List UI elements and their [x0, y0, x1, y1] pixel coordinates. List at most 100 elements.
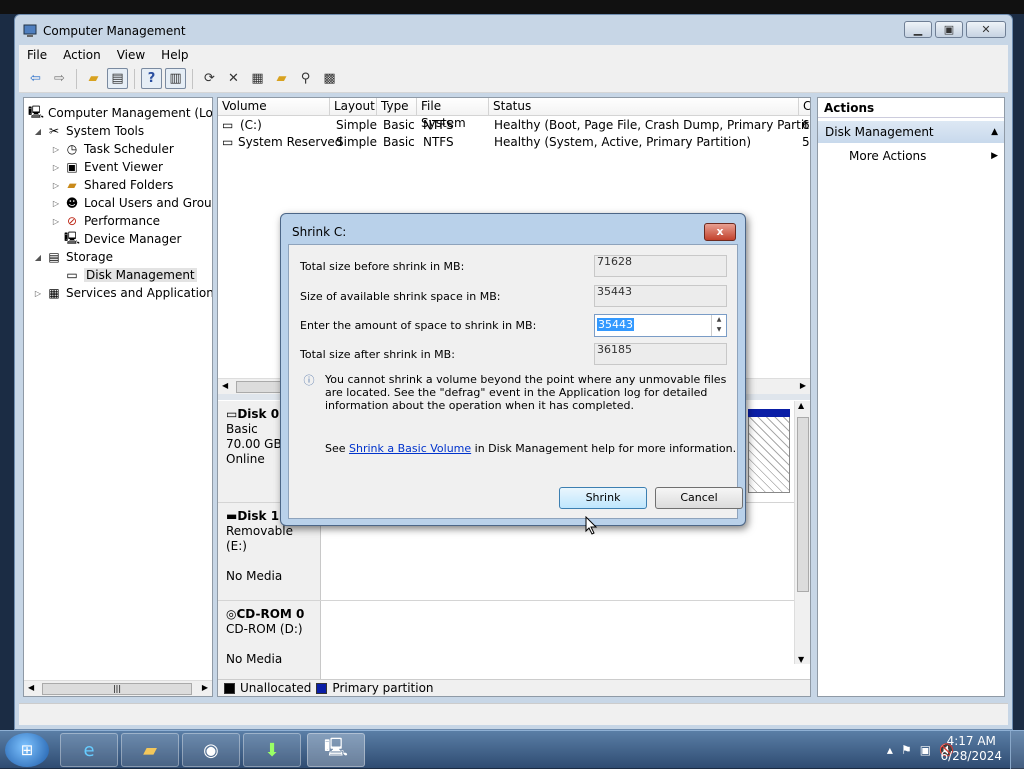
status-bar — [19, 703, 1008, 725]
taskbar-media-player[interactable]: ◉ — [182, 733, 240, 767]
shrink-amount-stepper[interactable]: 35443 ▲ ▼ — [594, 314, 727, 337]
show-hide-action-pane-button[interactable]: ▥ — [165, 68, 186, 89]
taskbar-internet-explorer[interactable]: e — [60, 733, 118, 767]
network-icon[interactable]: ▣ — [920, 743, 931, 757]
tree-item-shared-folders[interactable]: ▷ ▰ Shared Folders — [50, 176, 173, 194]
stepper-arrows[interactable]: ▲ ▼ — [711, 315, 726, 336]
forward-button[interactable]: ⇨ — [49, 68, 70, 89]
more-actions-item[interactable]: More Actions ▶ — [818, 145, 1004, 167]
table-row[interactable]: ▭ (C:) Simple Basic NTFS Healthy (Boot, … — [218, 117, 810, 134]
open-button[interactable]: ▰ — [271, 68, 292, 89]
tree-item-event-viewer[interactable]: ▷ ▣ Event Viewer — [50, 158, 163, 176]
section-label: Disk Management — [825, 125, 934, 139]
minimize-button[interactable]: ▁ — [904, 21, 932, 38]
column-header-capacity[interactable]: C — [799, 98, 810, 116]
taskbar-computer-management[interactable]: 🖳 — [307, 733, 365, 767]
stepper-down-icon[interactable]: ▼ — [712, 325, 726, 335]
tree-item-services-and-applications[interactable]: ▷ ▦ Services and Applications — [32, 284, 212, 302]
up-level-button[interactable]: ▰ — [83, 68, 104, 89]
stepper-up-icon[interactable]: ▲ — [712, 315, 726, 325]
table-row[interactable]: ▭ System Reserved Simple Basic NTFS Heal… — [218, 134, 810, 151]
shrink-amount-input[interactable]: 35443 — [597, 318, 634, 331]
cancel-button[interactable]: Cancel — [655, 487, 743, 509]
column-header-file-system[interactable]: File System — [417, 98, 489, 130]
disk-vertical-scrollbar[interactable]: ▲ ▼ — [794, 401, 810, 664]
menu-help[interactable]: Help — [153, 48, 196, 62]
collapsed-arrow-icon[interactable]: ▷ — [50, 199, 62, 208]
dialog-close-button[interactable]: x — [704, 223, 736, 241]
drive-icon: ▭ — [222, 118, 234, 132]
forward-arrow-icon: ⇨ — [54, 71, 65, 86]
collapsed-arrow-icon[interactable]: ▷ — [32, 289, 44, 298]
show-hidden-icons-icon[interactable]: ▴ — [887, 743, 893, 757]
actions-section-disk-management[interactable]: Disk Management ▲ — [818, 121, 1004, 143]
tree-item-system-tools[interactable]: ◢ ✂ System Tools — [32, 122, 144, 140]
start-button[interactable]: ⊞ — [5, 733, 49, 767]
column-header-type[interactable]: Type — [377, 98, 417, 116]
properties-button[interactable]: ▦ — [247, 68, 268, 89]
scroll-thumb[interactable]: ||| — [42, 683, 192, 695]
tree-item-performance[interactable]: ▷ ⊘ Performance — [50, 212, 160, 230]
tree-horizontal-scrollbar[interactable]: ◀ ||| ▶ — [24, 680, 212, 696]
scroll-thumb[interactable] — [797, 417, 809, 592]
scroll-up-icon[interactable]: ▲ — [798, 401, 804, 410]
taskbar-download-manager[interactable]: ⬇ — [243, 733, 301, 767]
maximize-button[interactable]: ▣ — [935, 21, 963, 38]
action-center-flag-icon[interactable]: ⚑ — [901, 743, 912, 757]
help-reference-line: See Shrink a Basic Volume in Disk Manage… — [325, 442, 736, 455]
disk-name: Disk 0 — [237, 407, 280, 421]
back-button[interactable]: ⇦ — [25, 68, 46, 89]
column-header-volume[interactable]: Volume — [218, 98, 330, 116]
tree-item-task-scheduler[interactable]: ▷ ◷ Task Scheduler — [50, 140, 174, 158]
scroll-left-icon[interactable]: ◀ — [222, 381, 228, 390]
menu-view[interactable]: View — [109, 48, 153, 62]
services-icon: ▦ — [48, 286, 60, 300]
scroll-right-icon[interactable]: ▶ — [800, 381, 806, 390]
column-header-layout[interactable]: Layout — [330, 98, 377, 116]
tree-item-storage[interactable]: ◢ ▤ Storage — [32, 248, 113, 266]
disk-check-icon: ▩ — [323, 71, 336, 86]
expanded-arrow-icon[interactable]: ◢ — [32, 127, 44, 136]
help-button[interactable]: ? — [141, 68, 162, 89]
collapsed-arrow-icon[interactable]: ▷ — [50, 217, 62, 226]
column-header-status[interactable]: Status — [489, 98, 799, 116]
tree-item-computer-management[interactable]: 🖳 Computer Management (Local — [26, 104, 212, 122]
clock[interactable]: 4:17 AM 6/28/2024 — [940, 734, 1002, 764]
collapse-up-icon[interactable]: ▲ — [991, 121, 998, 143]
shared-folders-icon: ▰ — [67, 178, 77, 192]
cell-file-system: NTFS — [423, 135, 454, 149]
search-button[interactable]: ⚲ — [295, 68, 316, 89]
show-desktop-button[interactable] — [1010, 731, 1024, 769]
show-hide-tree-button[interactable]: ▤ — [107, 68, 128, 89]
disk-properties-button[interactable]: ▩ — [319, 68, 340, 89]
collapsed-arrow-icon[interactable]: ▷ — [50, 181, 62, 190]
taskbar-file-explorer[interactable]: ▰ — [121, 733, 179, 767]
legend-primary: Primary partition — [332, 681, 434, 695]
title-bar[interactable]: Computer Management ▁ ▣ ✕ — [15, 15, 1012, 47]
mouse-cursor-icon — [585, 516, 598, 535]
collapsed-arrow-icon[interactable]: ▷ — [50, 163, 62, 172]
close-window-button[interactable]: ✕ — [966, 21, 1006, 38]
shrink-button[interactable]: Shrink — [559, 487, 647, 509]
delete-button[interactable]: ✕ — [223, 68, 244, 89]
drive-icon: ▭ — [222, 135, 234, 149]
cell-status: Healthy (Boot, Page File, Crash Dump, Pr… — [494, 118, 811, 132]
shrink-basic-volume-link[interactable]: Shrink a Basic Volume — [349, 442, 471, 455]
partition-block[interactable] — [748, 409, 790, 493]
collapsed-arrow-icon[interactable]: ▷ — [50, 145, 62, 154]
users-icon: ☻ — [65, 196, 79, 210]
tree-item-device-manager[interactable]: 🖳 Device Manager — [62, 230, 181, 248]
tree-item-local-users[interactable]: ▷ ☻ Local Users and Groups — [50, 194, 212, 212]
total-size-before-value: 71628 — [594, 255, 727, 277]
refresh-button[interactable]: ⟳ — [199, 68, 220, 89]
disk-row-cdrom0[interactable]: ◎CD-ROM 0 CD-ROM (D:) No Media — [218, 601, 794, 681]
scroll-right-icon[interactable]: ▶ — [202, 683, 208, 692]
expanded-arrow-icon[interactable]: ◢ — [32, 253, 44, 262]
scroll-down-icon[interactable]: ▼ — [798, 655, 804, 664]
menu-file[interactable]: File — [19, 48, 55, 62]
menu-action[interactable]: Action — [55, 48, 109, 62]
tree-item-disk-management[interactable]: ▭ Disk Management — [62, 266, 197, 284]
performance-icon: ⊘ — [66, 214, 78, 228]
scroll-left-icon[interactable]: ◀ — [28, 683, 34, 692]
cell-type: Basic — [383, 118, 415, 132]
